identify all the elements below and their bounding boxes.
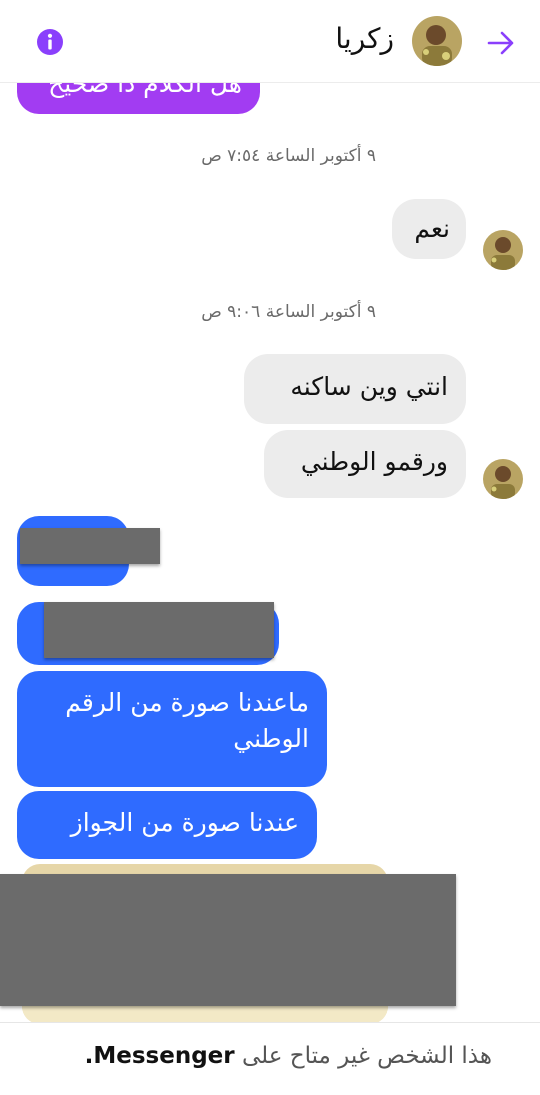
message-text: عندنا صورة من الجواز <box>70 808 299 837</box>
message-list[interactable]: هل الكلام دا صحيح ٩ أكتوبر الساعة ٧:٥٤ ص… <box>0 82 540 1022</box>
message-text: نعم <box>414 214 450 243</box>
unavailable-footer: هذا الشخص غير متاح على Messenger. <box>0 1022 540 1095</box>
message-bubble-outgoing[interactable]: هل الكلام دا صحيح <box>17 82 260 114</box>
message-text: انتي وين ساكنه <box>290 372 448 401</box>
message-bubble-incoming[interactable]: انتي وين ساكنه <box>244 354 466 424</box>
unavailable-notice-text: هذا الشخص غير متاح على <box>241 1043 492 1069</box>
message-text: ورقمو الوطني <box>300 447 448 476</box>
message-text: هل الكلام دا صحيح <box>48 82 242 98</box>
avatar[interactable] <box>483 459 523 499</box>
message-bubble-outgoing[interactable]: ماعندنا صورة من الرقم الوطني <box>17 671 327 787</box>
avatar[interactable] <box>412 16 462 66</box>
unavailable-notice: هذا الشخص غير متاح على Messenger. <box>85 1043 492 1069</box>
redaction-box <box>0 874 456 1006</box>
avatar[interactable] <box>483 230 523 270</box>
message-bubble-incoming[interactable]: ورقمو الوطني <box>264 430 466 498</box>
info-icon[interactable] <box>36 28 64 56</box>
timestamp: ٩ أكتوبر الساعة ٧:٥٤ ص <box>201 146 376 166</box>
back-arrow-icon[interactable] <box>486 29 516 57</box>
contact-name[interactable]: زكريا <box>335 22 394 55</box>
message-bubble-outgoing[interactable]: عندنا صورة من الجواز <box>17 791 317 859</box>
message-text: ماعندنا صورة من الرقم الوطني <box>65 688 309 754</box>
timestamp: ٩ أكتوبر الساعة ٩:٠٦ ص <box>201 302 376 322</box>
redaction-box <box>20 528 160 564</box>
messenger-brand: Messenger <box>93 1043 235 1069</box>
redaction-box <box>44 602 274 658</box>
chat-header: زكريا <box>0 0 540 83</box>
message-bubble-incoming[interactable]: نعم <box>392 199 466 259</box>
